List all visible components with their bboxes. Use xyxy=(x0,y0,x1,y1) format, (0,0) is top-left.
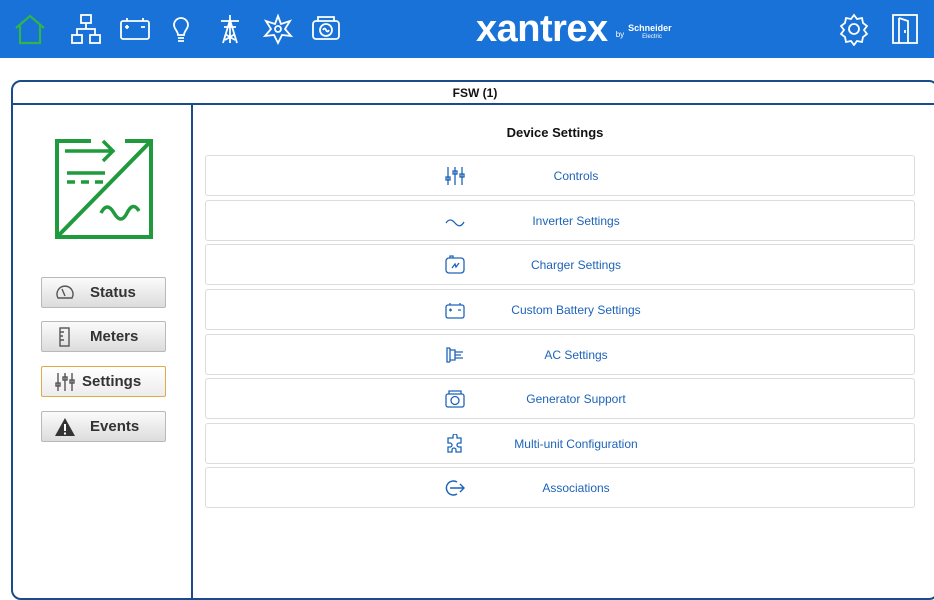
setting-row-inverter[interactable]: Inverter Settings xyxy=(205,200,915,241)
settings-button[interactable]: Settings xyxy=(41,366,166,397)
battery-icon xyxy=(444,300,466,320)
setting-row-controls[interactable]: Controls xyxy=(205,155,915,196)
setting-row-multi-unit[interactable]: Multi-unit Configuration xyxy=(205,423,915,464)
setting-label: Associations xyxy=(542,481,610,495)
content-heading: Device Settings xyxy=(506,125,604,140)
charger-icon xyxy=(444,255,466,275)
home-icon[interactable] xyxy=(10,9,50,49)
meter-icon xyxy=(54,326,76,348)
tower-icon[interactable] xyxy=(210,9,250,49)
panel-title: FSW (1) xyxy=(13,82,934,105)
generator-icon xyxy=(444,389,466,409)
brand-name: xantrex xyxy=(476,7,608,50)
bulb-icon[interactable] xyxy=(161,9,201,49)
setting-label: Controls xyxy=(553,169,599,183)
setting-row-charger[interactable]: Charger Settings xyxy=(205,244,915,285)
warning-icon xyxy=(54,416,76,438)
setting-label: AC Settings xyxy=(544,348,608,362)
inverter-charger-icon xyxy=(55,127,153,239)
exit-door-icon[interactable] xyxy=(885,9,925,49)
sliders-icon xyxy=(54,371,76,393)
sidebar: Status Meters Settings Events xyxy=(13,105,193,598)
puzzle-icon xyxy=(444,434,466,454)
device-panel: FSW (1) Status Meters Settings Events De… xyxy=(11,80,934,600)
events-button-label: Events xyxy=(90,418,140,435)
setting-label: Charger Settings xyxy=(530,258,622,272)
brand-by: by xyxy=(615,29,625,39)
ac-plug-icon xyxy=(444,345,466,365)
generator-icon[interactable] xyxy=(306,9,346,49)
events-button[interactable]: Events xyxy=(41,411,166,442)
network-icon[interactable] xyxy=(66,9,106,49)
settings-gear-icon[interactable] xyxy=(834,9,874,49)
top-nav-bar: xantrex by Schneider Electric xyxy=(0,0,934,58)
setting-row-custom-battery[interactable]: Custom Battery Settings xyxy=(205,289,915,330)
settings-button-label: Settings xyxy=(82,373,142,390)
setting-row-associations[interactable]: Associations xyxy=(205,467,915,508)
sun-icon[interactable] xyxy=(258,9,298,49)
device-settings-content: Device Settings Controls Inverter Settin… xyxy=(195,105,934,598)
gauge-icon xyxy=(54,282,76,304)
setting-label: Generator Support xyxy=(526,392,626,406)
setting-row-ac[interactable]: AC Settings xyxy=(205,334,915,375)
status-button-label: Status xyxy=(90,284,136,301)
association-arrow-icon xyxy=(444,478,466,498)
brand-partner: Schneider Electric xyxy=(628,24,672,42)
sliders-icon xyxy=(444,166,466,186)
brand-logo: xantrex by Schneider Electric xyxy=(476,4,672,54)
battery-icon[interactable] xyxy=(115,9,155,49)
brand-partner-sub: Electric xyxy=(642,34,662,40)
meters-button[interactable]: Meters xyxy=(41,321,166,352)
status-button[interactable]: Status xyxy=(41,277,166,308)
setting-row-generator[interactable]: Generator Support xyxy=(205,378,915,419)
brand-partner-name: Schneider xyxy=(628,23,672,33)
meters-button-label: Meters xyxy=(90,328,139,345)
setting-label: Inverter Settings xyxy=(532,214,620,228)
setting-label: Custom Battery Settings xyxy=(511,303,641,317)
setting-label: Multi-unit Configuration xyxy=(514,437,638,451)
sine-wave-icon xyxy=(444,211,466,231)
